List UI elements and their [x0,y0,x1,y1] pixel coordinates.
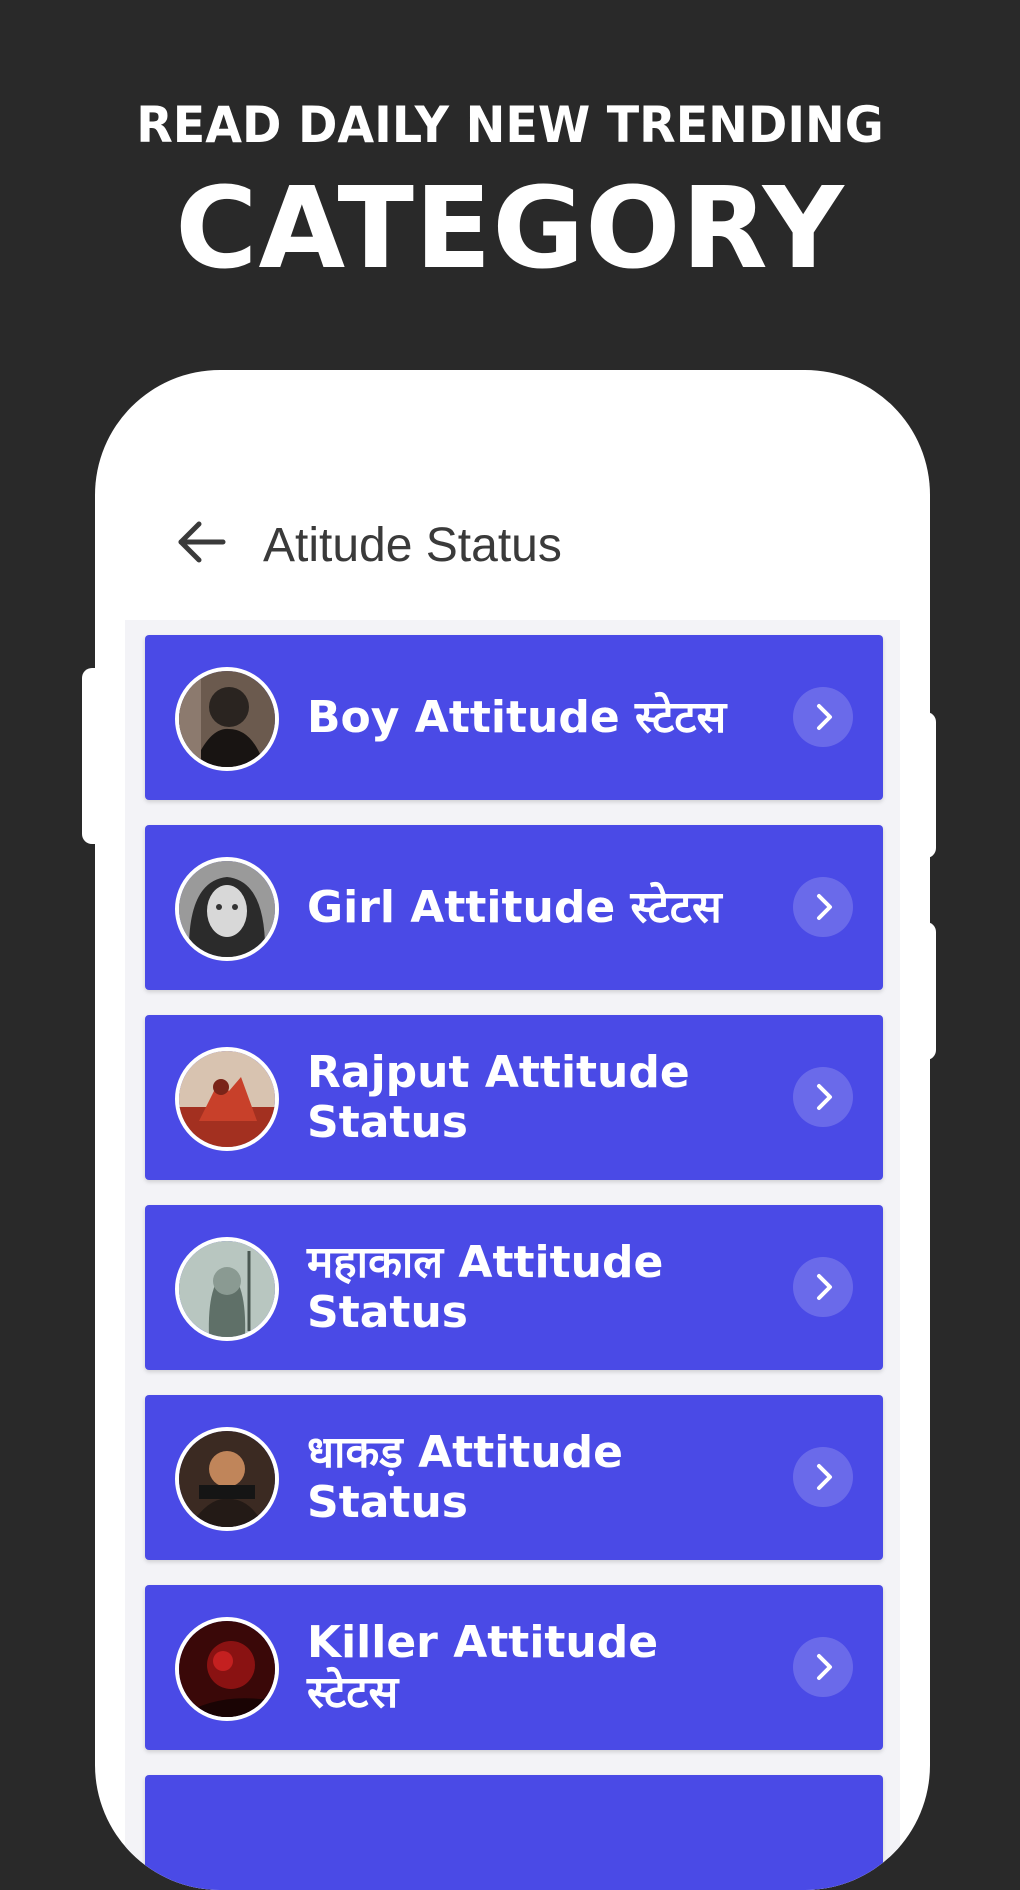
promo-headline-top: READ DAILY NEW TRENDING [136,96,884,154]
chevron-right-icon [793,687,853,747]
list-item-boy-attitude[interactable]: Boy Attitude स्टेटस [145,635,883,800]
girl-avatar [175,857,279,961]
phone-screen: Atitude Status Boy Attitude स्टेटस Girl … [95,370,930,1890]
list-item-label: Rajput Attitude Status [307,1046,690,1148]
chevron-right-icon [793,1447,853,1507]
category-list: Boy Attitude स्टेटस Girl Attitude स्टेटस [125,620,900,1890]
list-item-label: महाकाल Attitude Status [307,1236,664,1338]
list-item-rajput-attitude[interactable]: Rajput Attitude Status [145,1015,883,1180]
killer-avatar [175,1617,279,1721]
list-item-girl-attitude[interactable]: Girl Attitude स्टेटस [145,825,883,990]
list-item-dhakad-attitude[interactable]: धाकड़ Attitude Status [145,1395,883,1560]
dhakad-avatar [175,1427,279,1531]
list-item-label: Killer Attitude स्टेटस [307,1616,659,1718]
chevron-right-icon [793,1257,853,1317]
boy-avatar [175,667,279,771]
list-item-label: धाकड़ Attitude Status [307,1426,624,1528]
list-item-mahakal-attitude[interactable]: महाकाल Attitude Status [145,1205,883,1370]
promo-headline-main: CATEGORY [175,164,845,294]
list-item-killer-attitude[interactable]: Killer Attitude स्टेटस [145,1585,883,1750]
page-title: Atitude Status [263,519,562,572]
chevron-right-icon [793,1637,853,1697]
rajput-avatar [175,1047,279,1151]
list-item-label: Boy Attitude स्टेटस [307,691,727,743]
mahakal-avatar [175,1237,279,1341]
list-item-label: Girl Attitude स्टेटस [307,881,722,933]
app-bar: Atitude Status [95,370,930,620]
chevron-right-icon [793,1067,853,1127]
arrow-left-icon[interactable] [173,514,229,570]
list-item-partial[interactable] [145,1775,883,1890]
chevron-right-icon [793,877,853,937]
